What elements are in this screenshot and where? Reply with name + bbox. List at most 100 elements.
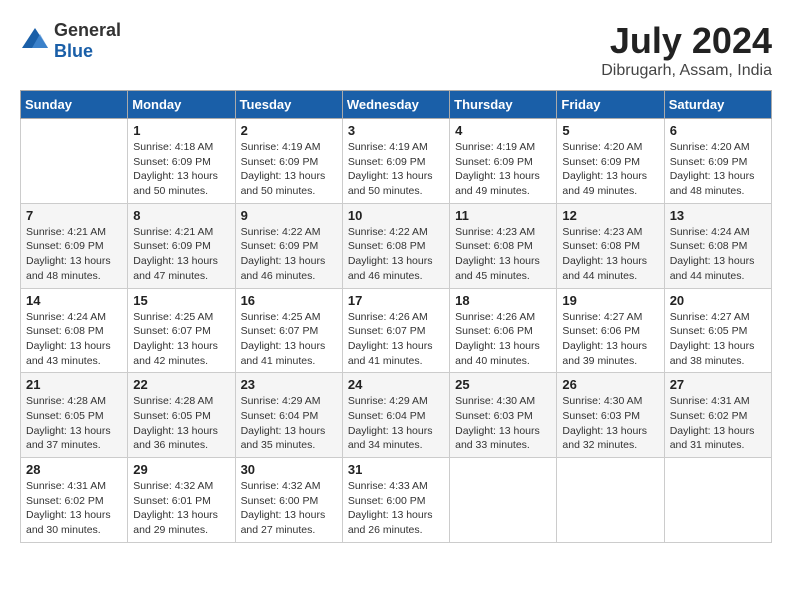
calendar-cell: 3 Sunrise: 4:19 AM Sunset: 6:09 PM Daylig… <box>342 119 449 204</box>
cell-info: Sunrise: 4:30 AM Sunset: 6:03 PM Dayligh… <box>455 394 551 453</box>
logo-icon <box>20 26 50 56</box>
calendar-cell <box>21 119 128 204</box>
location: Dibrugarh, Assam, India <box>601 62 772 80</box>
calendar-cell <box>450 458 557 543</box>
cell-info: Sunrise: 4:27 AM Sunset: 6:06 PM Dayligh… <box>562 310 658 369</box>
cell-info: Sunrise: 4:22 AM Sunset: 6:08 PM Dayligh… <box>348 225 444 284</box>
day-number: 18 <box>455 293 551 308</box>
calendar-week-row: 7 Sunrise: 4:21 AM Sunset: 6:09 PM Daylig… <box>21 203 772 288</box>
day-number: 10 <box>348 208 444 223</box>
calendar-cell: 27 Sunrise: 4:31 AM Sunset: 6:02 PM Dayli… <box>664 373 771 458</box>
cell-info: Sunrise: 4:29 AM Sunset: 6:04 PM Dayligh… <box>241 394 337 453</box>
month-year: July 2024 <box>601 20 772 62</box>
cell-info: Sunrise: 4:22 AM Sunset: 6:09 PM Dayligh… <box>241 225 337 284</box>
cell-info: Sunrise: 4:19 AM Sunset: 6:09 PM Dayligh… <box>348 140 444 199</box>
calendar-week-row: 1 Sunrise: 4:18 AM Sunset: 6:09 PM Daylig… <box>21 119 772 204</box>
cell-info: Sunrise: 4:28 AM Sunset: 6:05 PM Dayligh… <box>26 394 122 453</box>
cell-info: Sunrise: 4:21 AM Sunset: 6:09 PM Dayligh… <box>133 225 229 284</box>
cell-info: Sunrise: 4:25 AM Sunset: 6:07 PM Dayligh… <box>241 310 337 369</box>
weekday-header-wednesday: Wednesday <box>342 91 449 119</box>
cell-info: Sunrise: 4:21 AM Sunset: 6:09 PM Dayligh… <box>26 225 122 284</box>
weekday-header-saturday: Saturday <box>664 91 771 119</box>
day-number: 29 <box>133 462 229 477</box>
calendar-week-row: 21 Sunrise: 4:28 AM Sunset: 6:05 PM Dayli… <box>21 373 772 458</box>
day-number: 7 <box>26 208 122 223</box>
calendar-cell: 1 Sunrise: 4:18 AM Sunset: 6:09 PM Daylig… <box>128 119 235 204</box>
calendar-cell: 17 Sunrise: 4:26 AM Sunset: 6:07 PM Dayli… <box>342 288 449 373</box>
calendar-cell: 14Sunrise: 4:24 AM Sunset: 6:08 PM Dayli… <box>21 288 128 373</box>
calendar-cell <box>557 458 664 543</box>
cell-info: Sunrise: 4:19 AM Sunset: 6:09 PM Dayligh… <box>455 140 551 199</box>
cell-info: Sunrise: 4:28 AM Sunset: 6:05 PM Dayligh… <box>133 394 229 453</box>
calendar-cell: 7 Sunrise: 4:21 AM Sunset: 6:09 PM Daylig… <box>21 203 128 288</box>
cell-info: Sunrise: 4:20 AM Sunset: 6:09 PM Dayligh… <box>670 140 766 199</box>
calendar-cell: 24 Sunrise: 4:29 AM Sunset: 6:04 PM Dayli… <box>342 373 449 458</box>
calendar-cell: 8 Sunrise: 4:21 AM Sunset: 6:09 PM Daylig… <box>128 203 235 288</box>
calendar-cell: 30Sunrise: 4:32 AM Sunset: 6:00 PM Dayli… <box>235 458 342 543</box>
day-number: 25 <box>455 377 551 392</box>
day-number: 9 <box>241 208 337 223</box>
day-number: 28 <box>26 462 122 477</box>
weekday-header-thursday: Thursday <box>450 91 557 119</box>
day-number: 8 <box>133 208 229 223</box>
weekday-header-monday: Monday <box>128 91 235 119</box>
cell-info: Sunrise: 4:18 AM Sunset: 6:09 PM Dayligh… <box>133 140 229 199</box>
day-number: 4 <box>455 123 551 138</box>
cell-info: Sunrise: 4:23 AM Sunset: 6:08 PM Dayligh… <box>562 225 658 284</box>
calendar-cell: 10 Sunrise: 4:22 AM Sunset: 6:08 PM Dayli… <box>342 203 449 288</box>
page-header: General Blue July 2024 Dibrugarh, Assam,… <box>20 20 772 80</box>
calendar-table: SundayMondayTuesdayWednesdayThursdayFrid… <box>20 90 772 543</box>
cell-info: Sunrise: 4:23 AM Sunset: 6:08 PM Dayligh… <box>455 225 551 284</box>
day-number: 21 <box>26 377 122 392</box>
calendar-cell: 21 Sunrise: 4:28 AM Sunset: 6:05 PM Dayli… <box>21 373 128 458</box>
title-block: July 2024 Dibrugarh, Assam, India <box>601 20 772 80</box>
weekday-header-tuesday: Tuesday <box>235 91 342 119</box>
day-number: 12 <box>562 208 658 223</box>
day-number: 26 <box>562 377 658 392</box>
calendar-cell: 16 Sunrise: 4:25 AM Sunset: 6:07 PM Dayli… <box>235 288 342 373</box>
calendar-cell: 20Sunrise: 4:27 AM Sunset: 6:05 PM Dayli… <box>664 288 771 373</box>
logo-text: General Blue <box>54 20 121 62</box>
calendar-cell: 11 Sunrise: 4:23 AM Sunset: 6:08 PM Dayli… <box>450 203 557 288</box>
calendar-cell: 22Sunrise: 4:28 AM Sunset: 6:05 PM Dayli… <box>128 373 235 458</box>
cell-info: Sunrise: 4:24 AM Sunset: 6:08 PM Dayligh… <box>26 310 122 369</box>
day-number: 24 <box>348 377 444 392</box>
cell-info: Sunrise: 4:29 AM Sunset: 6:04 PM Dayligh… <box>348 394 444 453</box>
cell-info: Sunrise: 4:31 AM Sunset: 6:02 PM Dayligh… <box>670 394 766 453</box>
cell-info: Sunrise: 4:26 AM Sunset: 6:07 PM Dayligh… <box>348 310 444 369</box>
calendar-cell: 26Sunrise: 4:30 AM Sunset: 6:03 PM Dayli… <box>557 373 664 458</box>
day-number: 27 <box>670 377 766 392</box>
weekday-header-friday: Friday <box>557 91 664 119</box>
cell-info: Sunrise: 4:27 AM Sunset: 6:05 PM Dayligh… <box>670 310 766 369</box>
day-number: 16 <box>241 293 337 308</box>
cell-info: Sunrise: 4:19 AM Sunset: 6:09 PM Dayligh… <box>241 140 337 199</box>
day-number: 5 <box>562 123 658 138</box>
calendar-cell: 25 Sunrise: 4:30 AM Sunset: 6:03 PM Dayli… <box>450 373 557 458</box>
day-number: 23 <box>241 377 337 392</box>
day-number: 3 <box>348 123 444 138</box>
calendar-cell: 28 Sunrise: 4:31 AM Sunset: 6:02 PM Dayli… <box>21 458 128 543</box>
calendar-cell: 6Sunrise: 4:20 AM Sunset: 6:09 PM Daylig… <box>664 119 771 204</box>
cell-info: Sunrise: 4:33 AM Sunset: 6:00 PM Dayligh… <box>348 479 444 538</box>
day-number: 17 <box>348 293 444 308</box>
day-number: 19 <box>562 293 658 308</box>
calendar-cell: 31 Sunrise: 4:33 AM Sunset: 6:00 PM Dayli… <box>342 458 449 543</box>
cell-info: Sunrise: 4:24 AM Sunset: 6:08 PM Dayligh… <box>670 225 766 284</box>
cell-info: Sunrise: 4:32 AM Sunset: 6:00 PM Dayligh… <box>241 479 337 538</box>
weekday-header-sunday: Sunday <box>21 91 128 119</box>
day-number: 31 <box>348 462 444 477</box>
calendar-cell: 9 Sunrise: 4:22 AM Sunset: 6:09 PM Daylig… <box>235 203 342 288</box>
calendar-cell: 2 Sunrise: 4:19 AM Sunset: 6:09 PM Daylig… <box>235 119 342 204</box>
cell-info: Sunrise: 4:25 AM Sunset: 6:07 PM Dayligh… <box>133 310 229 369</box>
cell-info: Sunrise: 4:26 AM Sunset: 6:06 PM Dayligh… <box>455 310 551 369</box>
calendar-cell: 13Sunrise: 4:24 AM Sunset: 6:08 PM Dayli… <box>664 203 771 288</box>
calendar-week-row: 28 Sunrise: 4:31 AM Sunset: 6:02 PM Dayli… <box>21 458 772 543</box>
day-number: 11 <box>455 208 551 223</box>
day-number: 2 <box>241 123 337 138</box>
cell-info: Sunrise: 4:31 AM Sunset: 6:02 PM Dayligh… <box>26 479 122 538</box>
day-number: 15 <box>133 293 229 308</box>
day-number: 1 <box>133 123 229 138</box>
calendar-cell: 29 Sunrise: 4:32 AM Sunset: 6:01 PM Dayli… <box>128 458 235 543</box>
calendar-cell: 4 Sunrise: 4:19 AM Sunset: 6:09 PM Daylig… <box>450 119 557 204</box>
cell-info: Sunrise: 4:32 AM Sunset: 6:01 PM Dayligh… <box>133 479 229 538</box>
